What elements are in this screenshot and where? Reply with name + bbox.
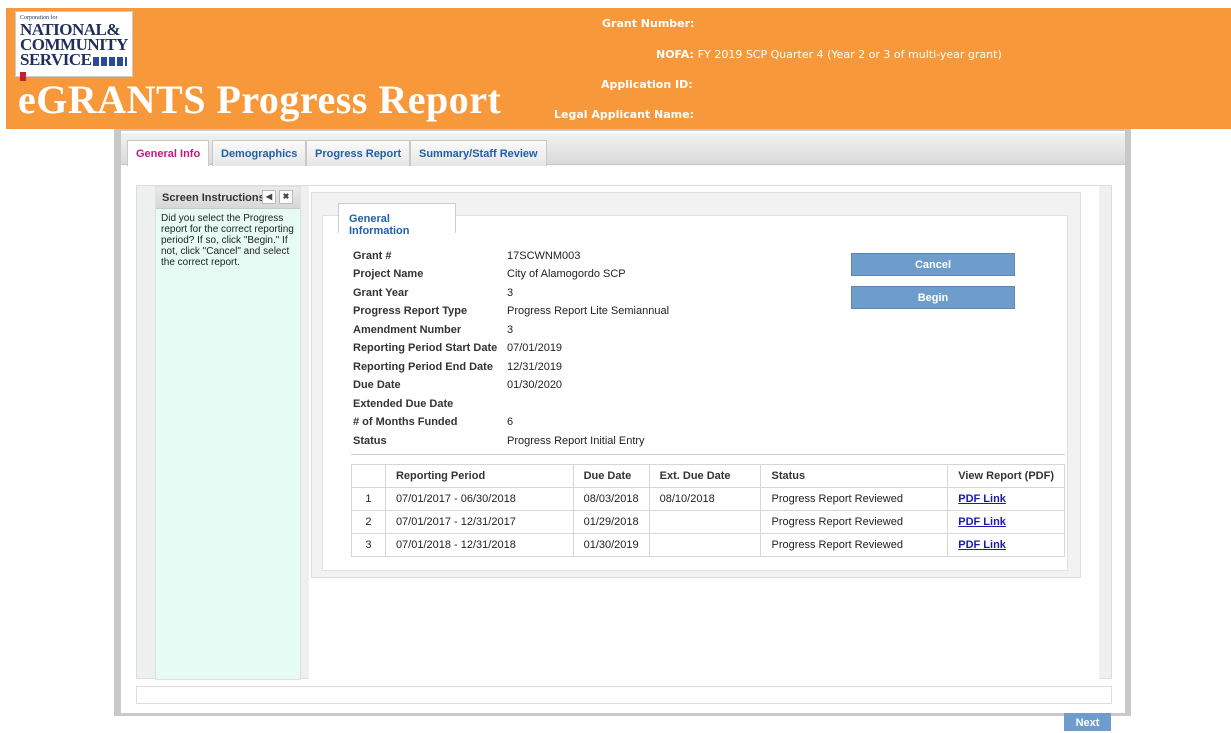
logo-line3: SERVICE: [20, 50, 92, 69]
field-label: Extended Due Date: [353, 398, 454, 410]
cancel-button[interactable]: Cancel: [851, 253, 1015, 276]
tab-general-information[interactable]: General Information: [338, 203, 456, 237]
begin-button[interactable]: Begin: [851, 286, 1015, 309]
field-value: City of Alamogordo SCP: [507, 268, 626, 280]
field-value: 07/01/2019: [507, 342, 563, 354]
main-content: Grant # 17SCWNM003 Project Name City of Al…: [309, 186, 1099, 680]
row-status: Progress Report Reviewed: [760, 510, 949, 534]
row-period: 07/01/2018 - 12/31/2018: [384, 533, 574, 557]
tab-demographics[interactable]: Demographics: [212, 140, 307, 166]
field-label: Status: [353, 435, 387, 447]
row-link-cell: PDF Link: [947, 533, 1065, 557]
grant-number-label: Grant Number:: [602, 17, 695, 30]
content-panel: Screen Instructions ◀ ✖ Did you select t…: [136, 185, 1112, 680]
col-header-period: Reporting Period: [384, 464, 574, 488]
legal-applicant-label: Legal Applicant Name:: [554, 108, 694, 121]
row-period: 07/01/2017 - 06/30/2018: [384, 487, 574, 511]
row-status: Progress Report Reviewed: [760, 487, 949, 511]
tab-summary-staff-review[interactable]: Summary/Staff Review: [410, 140, 547, 166]
table-row: 2 07/01/2017 - 12/31/2017 01/29/2018 Pro…: [351, 510, 1065, 534]
main-frame: General Info Demographics Progress Repor…: [114, 129, 1131, 716]
divider: [351, 454, 1065, 455]
bottom-strip: [136, 686, 1112, 704]
tab-general-info[interactable]: General Info: [127, 140, 210, 166]
frame-inner: General Info Demographics Progress Repor…: [121, 131, 1125, 713]
table-row: 1 07/01/2017 - 06/30/2018 08/03/2018 08/…: [351, 487, 1065, 511]
tab-bar: General Info Demographics Progress Repor…: [121, 133, 1125, 166]
field-value: 3: [507, 324, 514, 336]
caret-left-icon[interactable]: ◀: [262, 190, 276, 204]
field-label: Due Date: [353, 379, 401, 391]
field-label: Reporting Period Start Date: [353, 342, 498, 354]
close-icon[interactable]: ✖: [279, 190, 293, 204]
field-label: # of Months Funded: [353, 416, 458, 428]
screen-instructions-text: Did you select the Progress report for t…: [161, 213, 294, 268]
field-value: 3: [507, 287, 514, 299]
row-due: 01/30/2019: [572, 533, 650, 557]
nofa-field: NOFA: FY 2019 SCP Quarter 4 (Year 2 or 3…: [656, 48, 1002, 61]
next-button[interactable]: Next: [1064, 713, 1111, 731]
field-label: Grant #: [353, 250, 392, 262]
general-info-box: Grant # 17SCWNM003 Project Name City of Al…: [311, 192, 1081, 578]
row-num: 3: [351, 533, 386, 557]
field-value: Progress Report Initial Entry: [507, 435, 645, 447]
row-due: 08/03/2018: [572, 487, 650, 511]
row-num: 2: [351, 510, 386, 534]
row-ext: [648, 533, 762, 557]
col-header-num: [351, 464, 386, 488]
field-value: Progress Report Lite Semiannual: [507, 305, 670, 317]
nofa-value: FY 2019 SCP Quarter 4 (Year 2 or 3 of mu…: [697, 48, 1002, 61]
pdf-link[interactable]: PDF Link: [958, 493, 1006, 505]
application-id-label: Application ID:: [601, 78, 693, 91]
col-header-ext-due-date: Ext. Due Date: [648, 464, 762, 488]
pdf-link[interactable]: PDF Link: [958, 539, 1006, 551]
field-value: 01/30/2020: [507, 379, 563, 391]
cncs-logo: Corporation for NATIONAL& COMMUNITY SERV…: [15, 11, 133, 81]
field-label: Reporting Period End Date: [353, 361, 493, 373]
col-header-view-report: View Report (PDF): [947, 464, 1065, 488]
field-value: 17SCWNM003: [507, 250, 581, 262]
field-label: Amendment Number: [353, 324, 462, 336]
table-row: 3 07/01/2018 - 12/31/2018 01/30/2019 Pro…: [351, 533, 1065, 557]
row-period: 07/01/2017 - 12/31/2017: [384, 510, 574, 534]
pdf-link[interactable]: PDF Link: [958, 516, 1006, 528]
row-link-cell: PDF Link: [947, 487, 1065, 511]
field-value: 6: [507, 416, 514, 428]
field-value: 12/31/2019: [507, 361, 563, 373]
app-header: Corporation for NATIONAL& COMMUNITY SERV…: [6, 8, 1231, 129]
row-num: 1: [351, 487, 386, 511]
table-header-row: Reporting Period Due Date Ext. Due Date …: [351, 464, 1065, 488]
reporting-periods-table: Reporting Period Due Date Ext. Due Date …: [351, 464, 1065, 557]
screen-instructions-panel: Screen Instructions ◀ ✖ Did you select t…: [155, 186, 301, 680]
field-label: Grant Year: [353, 287, 409, 299]
field-label: Project Name: [353, 268, 424, 280]
screen-instructions-title: Screen Instructions: [162, 192, 265, 204]
general-info-inner: Grant # 17SCWNM003 Project Name City of Al…: [322, 215, 1068, 571]
col-header-due-date: Due Date: [572, 464, 650, 488]
field-label: Progress Report Type: [353, 305, 468, 317]
tab-progress-report[interactable]: Progress Report: [306, 140, 411, 166]
nofa-label: NOFA:: [656, 48, 694, 61]
row-ext: [648, 510, 762, 534]
col-header-status: Status: [760, 464, 949, 488]
row-ext: 08/10/2018: [648, 487, 762, 511]
row-link-cell: PDF Link: [947, 510, 1065, 534]
flag-icon: [93, 56, 128, 66]
row-status: Progress Report Reviewed: [760, 533, 949, 557]
screen-instructions-header: Screen Instructions ◀ ✖: [156, 187, 300, 209]
page-title: eGRANTS Progress Report: [18, 77, 502, 122]
row-due: 01/29/2018: [572, 510, 650, 534]
